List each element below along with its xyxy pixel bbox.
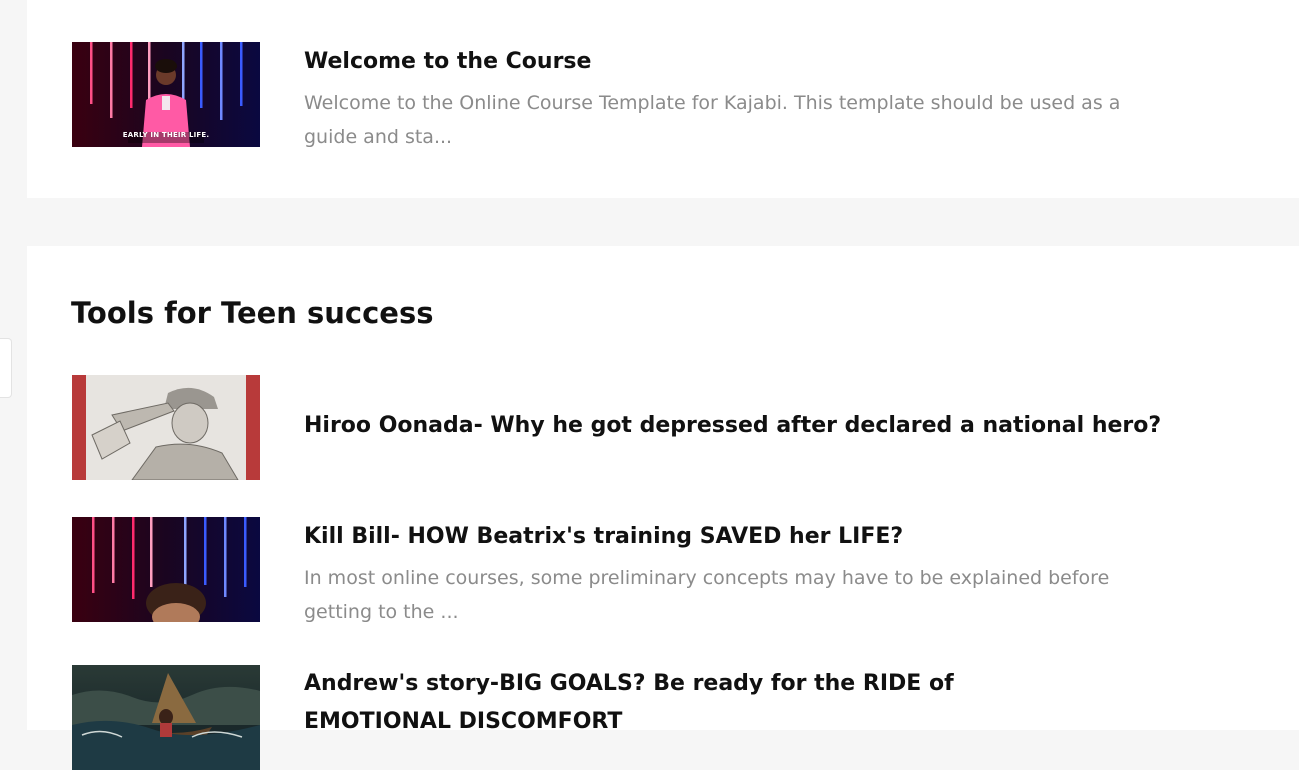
lesson-thumbnail-andrew[interactable] — [72, 665, 260, 770]
lesson-card-welcome: EARLY IN THEIR LIFE. Welcome to the Cour… — [27, 0, 1299, 198]
lesson-title-kill-bill[interactable]: Kill Bill- HOW Beatrix's training SAVED … — [304, 518, 903, 556]
lesson-description-welcome: Welcome to the Online Course Template fo… — [304, 92, 1121, 148]
lesson-thumbnail-hiroo[interactable] — [72, 375, 260, 480]
stormy-sea-boat-thumbnail-image — [72, 665, 260, 770]
saluting-soldier-sketch-image — [72, 375, 260, 480]
lesson-description-kill-bill: In most online courses, some preliminary… — [304, 567, 1110, 623]
neon-studio-boy-thumbnail-image — [72, 517, 260, 622]
lesson-thumbnail-welcome[interactable]: EARLY IN THEIR LIFE. — [72, 42, 260, 147]
lesson-title-hiroo[interactable]: Hiroo Oonada- Why he got depressed after… — [304, 407, 1161, 445]
side-drawer-tab[interactable] — [0, 338, 12, 398]
lesson-thumbnail-kill-bill[interactable] — [72, 517, 260, 622]
section-card-teen-success: Tools for Teen success Hiroo Oonada- Why… — [27, 246, 1299, 770]
lesson-title-welcome[interactable]: Welcome to the Course — [304, 43, 591, 81]
thumbnail-caption: EARLY IN THEIR LIFE. — [122, 131, 210, 139]
section-title: Tools for Teen success — [71, 296, 434, 330]
